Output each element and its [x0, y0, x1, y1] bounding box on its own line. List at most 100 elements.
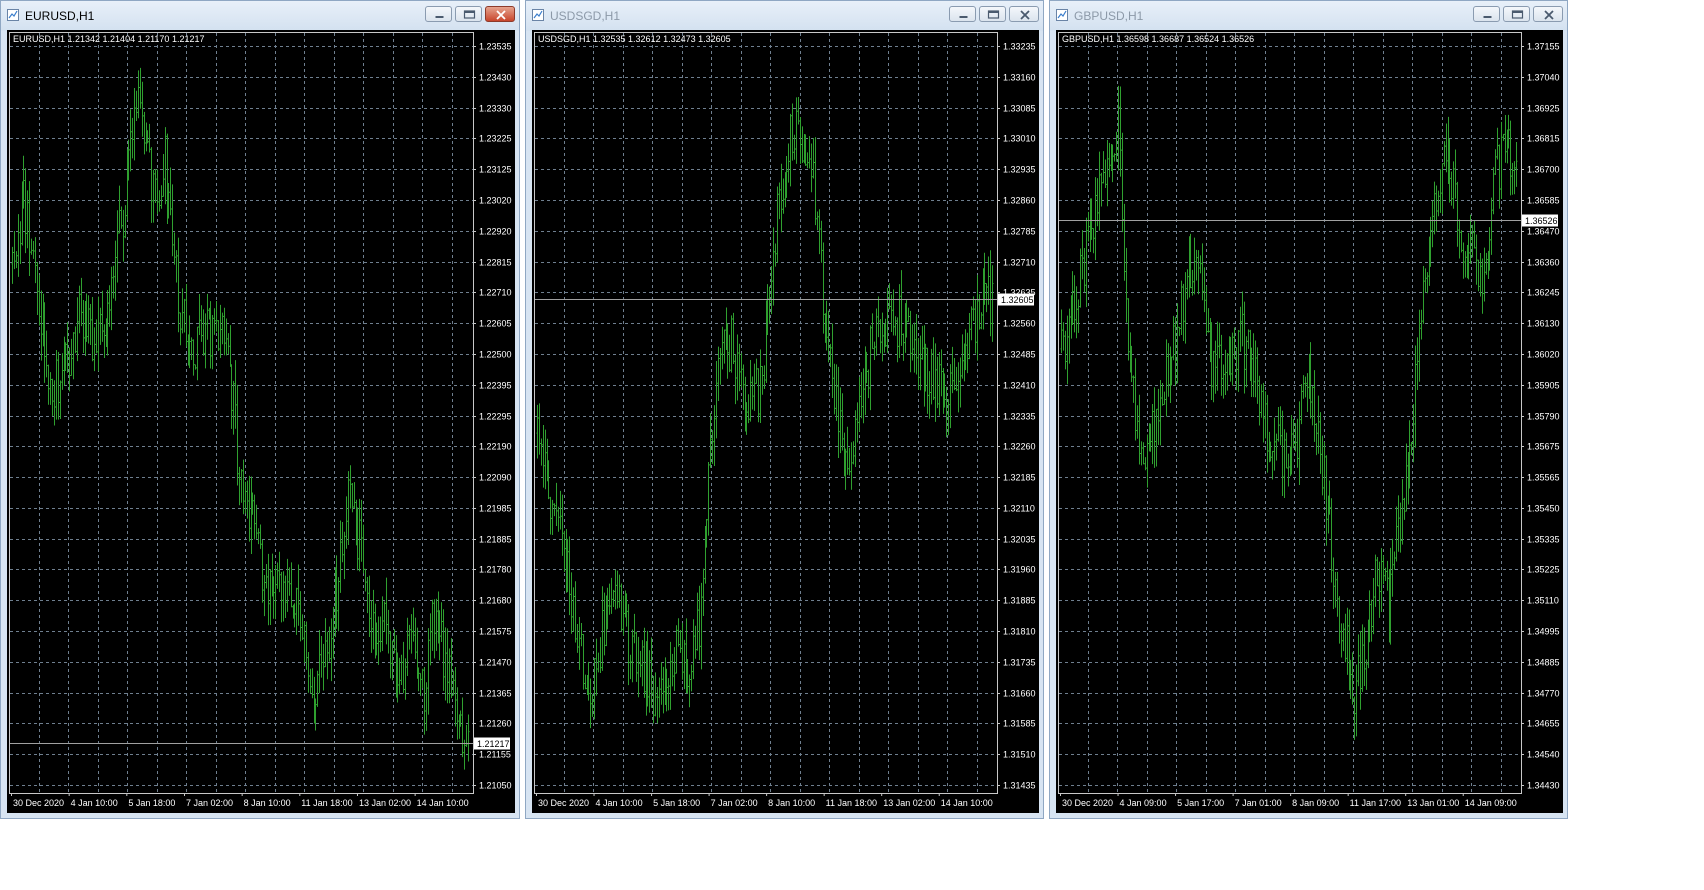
- ohlc-bar: [584, 674, 587, 690]
- ohlc-bar: [1287, 453, 1290, 487]
- ohlc-bar: [1201, 243, 1204, 301]
- ohlc-bar: [1153, 387, 1156, 468]
- ohlc-bar: [82, 300, 85, 354]
- close-button[interactable]: [485, 6, 515, 22]
- ohlc-bar: [1068, 308, 1071, 364]
- chart-window-usdsgd[interactable]: USDSGD,H1 1.33235 1.33160 1.33085 1.33010 1.3…: [525, 0, 1044, 819]
- price-label: 1.36360: [1527, 258, 1560, 268]
- price-label: 1.21155: [479, 750, 511, 760]
- ohlc-bar: [791, 103, 794, 161]
- ohlc-bar: [1424, 268, 1427, 293]
- ohlc-bar: [928, 371, 931, 419]
- ohlc-bar: [1498, 144, 1501, 209]
- ohlc-bar: [555, 482, 558, 527]
- chart-area[interactable]: 1.23535 1.23430 1.23330 1.23225 1.23125 1.230…: [7, 30, 515, 813]
- ohlc-bar: [110, 266, 113, 331]
- ohlc-bar: [1121, 132, 1124, 233]
- ohlc-bar: [61, 353, 64, 390]
- ohlc-bar: [902, 333, 905, 361]
- time-label: 11 Jan 18:00: [826, 798, 877, 808]
- ohlc-bar: [1281, 410, 1284, 496]
- ohlc-bar: [1064, 330, 1067, 370]
- ohlc-bar: [412, 607, 415, 642]
- ohlc-bar: [99, 307, 102, 345]
- ohlc-bar: [631, 629, 634, 683]
- ohlc-bar: [1096, 178, 1099, 227]
- ohlc-bar: [211, 314, 214, 370]
- ohlc-bar: [1132, 375, 1135, 403]
- ohlc-bar: [1420, 309, 1423, 340]
- ohlc-bar: [557, 506, 560, 532]
- ohlc-bar: [544, 429, 547, 490]
- chart-area[interactable]: 1.33235 1.33160 1.33085 1.33010 1.32935 1.328…: [532, 30, 1039, 813]
- ohlc-bar: [11, 246, 14, 284]
- plot-frame: [1058, 32, 1522, 794]
- ohlc-bar: [650, 637, 653, 708]
- ohlc-bar: [1108, 142, 1111, 178]
- ohlc-bar: [185, 283, 188, 347]
- ohlc-bar: [1247, 329, 1250, 349]
- price-label: 1.35225: [1527, 565, 1560, 575]
- ohlc-bar: [778, 182, 781, 220]
- ohlc-bar: [19, 221, 22, 264]
- time-label: 5 Jan 18:00: [653, 798, 700, 808]
- maximize-button[interactable]: [1503, 6, 1530, 22]
- ohlc-bar: [332, 606, 335, 659]
- ohlc-bar: [175, 250, 178, 283]
- ohlc-bar: [1483, 247, 1486, 302]
- ohlc-bar: [120, 206, 123, 229]
- time-label: 14 Jan 09:00: [1465, 798, 1517, 808]
- price-chart[interactable]: 1.33235 1.33160 1.33085 1.33010 1.32935 1.328…: [532, 30, 1039, 813]
- ohlc-bar: [59, 380, 62, 419]
- ohlc-bar: [213, 308, 216, 335]
- time-label: 11 Jan 18:00: [301, 798, 352, 808]
- title-bar[interactable]: GBPUSD,H1: [1050, 1, 1567, 31]
- ohlc-bar: [1370, 599, 1373, 642]
- ohlc-bar: [379, 616, 382, 653]
- ohlc-bar: [135, 90, 138, 121]
- close-button[interactable]: [1009, 6, 1039, 22]
- maximize-button[interactable]: [455, 6, 482, 22]
- close-button[interactable]: [1533, 6, 1563, 22]
- minimize-button[interactable]: [425, 6, 452, 22]
- ohlc-bar: [1146, 434, 1149, 488]
- ohlc-bar: [91, 296, 94, 362]
- ohlc-bar: [93, 327, 96, 372]
- chart-window-eurusd[interactable]: EURUSD,H1 1.23535 1.23430 1.23330 1.23225 1.2…: [0, 0, 520, 819]
- ohlc-bar: [1203, 267, 1206, 313]
- ohlc-bar: [1306, 373, 1309, 413]
- close-icon: [496, 10, 506, 20]
- ohlc-bar: [1376, 557, 1379, 587]
- ohlc-bar: [873, 341, 876, 361]
- time-label: 7 Jan 01:00: [1235, 798, 1282, 808]
- ohlc-bar: [879, 319, 882, 354]
- minimize-button[interactable]: [1473, 6, 1500, 22]
- ohlc-bar: [49, 372, 52, 405]
- ohlc-bar: [265, 563, 268, 589]
- title-bar[interactable]: USDSGD,H1: [526, 1, 1043, 31]
- chart-window-gbpusd[interactable]: GBPUSD,H1 1.37155 1.37040 1.36925 1.36815 1.3…: [1049, 0, 1568, 819]
- ohlc-bar: [974, 299, 977, 354]
- ohlc-bar: [318, 629, 321, 694]
- ohlc-bar: [330, 618, 333, 682]
- ohlc-bar: [736, 334, 739, 401]
- chart-area[interactable]: 1.37155 1.37040 1.36925 1.36815 1.36700 1.365…: [1056, 30, 1563, 813]
- ohlc-bar: [578, 617, 581, 670]
- ohlc-bar: [1302, 375, 1305, 399]
- price-chart[interactable]: 1.23535 1.23430 1.23330 1.23225 1.23125 1.230…: [7, 30, 515, 813]
- title-bar[interactable]: EURUSD,H1: [1, 1, 519, 31]
- maximize-button[interactable]: [979, 6, 1006, 22]
- minimize-button[interactable]: [949, 6, 976, 22]
- ohlc-bar: [114, 240, 117, 301]
- price-label: 1.32785: [1003, 227, 1036, 237]
- ohlc-bar: [1125, 247, 1128, 323]
- ohlc-bar: [1496, 127, 1499, 160]
- ohlc-bar: [1087, 211, 1090, 242]
- ohlc-bar: [627, 604, 630, 686]
- price-label: 1.22295: [479, 412, 512, 422]
- ohlc-bar: [991, 265, 994, 342]
- price-label: 1.32035: [1003, 535, 1036, 545]
- ohlc-bar: [1218, 322, 1221, 359]
- time-label: 13 Jan 02:00: [359, 798, 411, 808]
- price-chart[interactable]: 1.37155 1.37040 1.36925 1.36815 1.36700 1.365…: [1056, 30, 1563, 813]
